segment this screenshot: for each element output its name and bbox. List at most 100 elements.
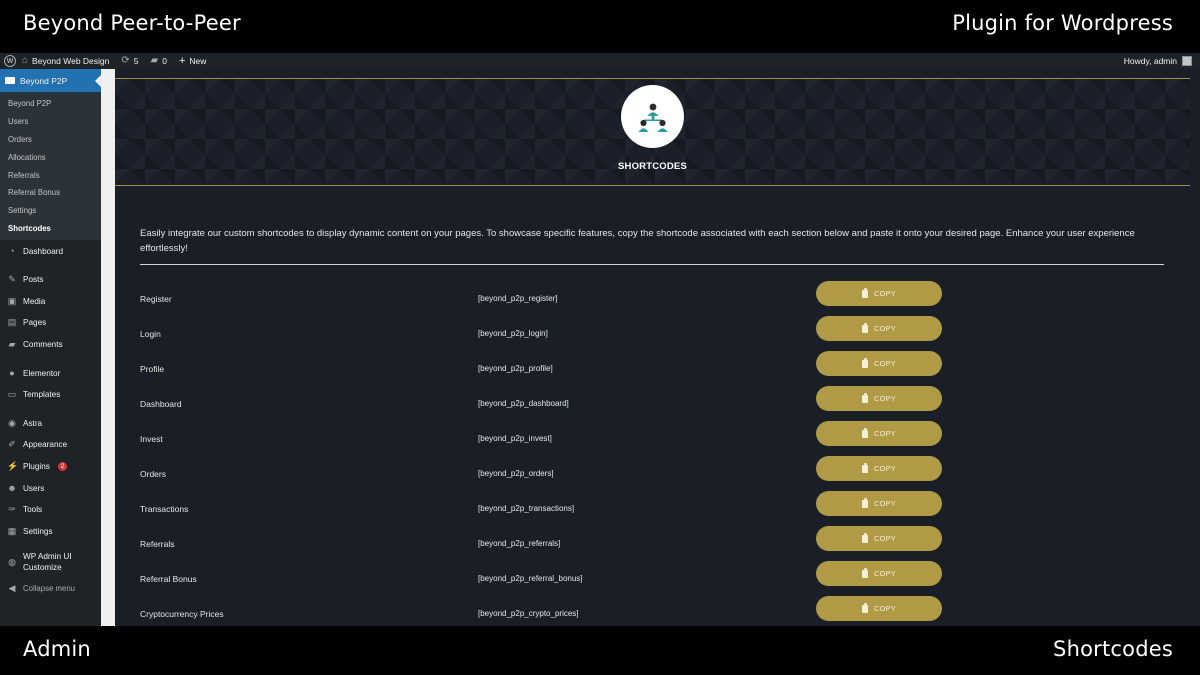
sidebar-item-dashboard[interactable]: ◔ Dashboard [0, 240, 101, 262]
dashboard-icon: ◔ [9, 246, 15, 257]
plus-icon: + [178, 54, 186, 67]
sidebar-item-label: Comments [23, 340, 63, 350]
shortcode-name: Invest [140, 434, 163, 444]
submenu-users[interactable]: Users [0, 113, 101, 131]
copy-button[interactable]: COPY [816, 316, 942, 341]
table-row: Referrals [beyond_p2p_referrals] COPY [140, 524, 1164, 559]
plugin-menu-icon [5, 77, 15, 84]
sidebar-item-tools[interactable]: ✑ Tools [0, 499, 101, 521]
site-name-link[interactable]: ⌂ Beyond Web Design [16, 53, 115, 69]
elementor-icon: ● [9, 368, 15, 379]
sidebar-item-label: WP Admin UI Customize [23, 551, 72, 573]
clipboard-icon [862, 323, 869, 333]
updates-link[interactable]: ⟳ 5 [115, 53, 144, 69]
sidebar-item-beyond-p2p[interactable]: Beyond P2P [0, 69, 101, 92]
copy-label: COPY [874, 289, 896, 298]
submenu-orders[interactable]: Orders [0, 131, 101, 149]
sidebar-item-elementor[interactable]: ● Elementor [0, 362, 101, 384]
sidebar-item-plugins[interactable]: ⚡ Plugins 2 [0, 456, 101, 478]
shortcode-name: Profile [140, 364, 165, 374]
sidebar-submenu: Beyond P2P Users Orders Allocations Refe… [0, 92, 101, 241]
admin-sidebar: Beyond P2P Beyond P2P Users Orders Alloc… [0, 69, 101, 626]
caption-top-left: Beyond Peer-to-Peer [23, 11, 241, 35]
copy-button[interactable]: COPY [816, 281, 942, 306]
copy-button[interactable]: COPY [816, 596, 942, 621]
copy-label: COPY [874, 534, 896, 543]
sidebar-item-label: Plugins [23, 462, 50, 472]
new-label: New [189, 56, 207, 66]
sidebar-menu: ◔ Dashboard ✎ Posts ▣ Media ▤ Pages ▰ Comment… [0, 240, 101, 599]
copy-label: COPY [874, 394, 896, 403]
settings-icon: ▦ [7, 525, 17, 536]
copy-button[interactable]: COPY [816, 351, 942, 376]
caption-top-right: Plugin for Wordpress [952, 11, 1173, 35]
copy-label: COPY [874, 324, 896, 333]
howdy-label: Howdy, admin [1123, 56, 1177, 66]
wp-admin-screen: W ⌂ Beyond Web Design ⟳ 5 ▰ 0 + New Howd… [0, 53, 1200, 626]
shortcode-value: [beyond_p2p_dashboard] [478, 399, 569, 408]
copy-label: COPY [874, 604, 896, 613]
copy-label: COPY [874, 429, 896, 438]
submenu-referral-bonus[interactable]: Referral Bonus [0, 184, 101, 202]
sidebar-item-templates[interactable]: ▭ Templates [0, 384, 101, 406]
users-icon: ☻ [7, 483, 17, 494]
copy-button[interactable]: COPY [816, 561, 942, 586]
copy-button[interactable]: COPY [816, 491, 942, 516]
copy-button[interactable]: COPY [816, 421, 942, 446]
main-content: SHORTCODES Easily integrate our custom s… [115, 69, 1200, 626]
wordpress-logo-icon[interactable]: W [4, 55, 16, 67]
submenu-shortcodes[interactable]: Shortcodes [0, 220, 101, 238]
customize-icon: ◍ [8, 556, 16, 567]
sidebar-item-label: Media [23, 296, 46, 306]
home-icon: ⌂ [22, 55, 29, 66]
comment-icon: ▰ [8, 339, 16, 350]
astra-icon: ◉ [8, 417, 16, 428]
shortcode-name: Referral Bonus [140, 574, 197, 584]
copy-label: COPY [874, 359, 896, 368]
sidebar-item-posts[interactable]: ✎ Posts [0, 269, 101, 291]
sidebar-item-users[interactable]: ☻ Users [0, 477, 101, 499]
promo-frame: Beyond Peer-to-Peer Plugin for Wordpress… [0, 0, 1200, 675]
copy-button[interactable]: COPY [816, 526, 942, 551]
table-row: Cryptocurrency Prices [beyond_p2p_crypto_… [140, 594, 1164, 626]
sidebar-item-label: Collapse menu [23, 584, 76, 594]
clipboard-icon [862, 393, 869, 403]
shortcode-name: Orders [140, 469, 166, 479]
shortcode-name: Dashboard [140, 399, 182, 409]
shortcode-value: [beyond_p2p_invest] [478, 434, 552, 443]
sidebar-item-label: Dashboard [23, 246, 64, 256]
sidebar-item-label: Templates [23, 390, 61, 400]
sidebar-item-label: Users [23, 483, 45, 493]
sidebar-item-label: Appearance [23, 440, 68, 450]
sidebar-item-comments[interactable]: ▰ Comments [0, 334, 101, 356]
sidebar-item-media[interactable]: ▣ Media [0, 291, 101, 313]
submenu-referrals[interactable]: Referrals [0, 166, 101, 184]
sidebar-item-wp-admin-ui[interactable]: ◍ WP Admin UI Customize [0, 546, 101, 578]
collapse-menu-button[interactable]: ◀ Collapse menu [0, 578, 101, 600]
table-row: Profile [beyond_p2p_profile] COPY [140, 349, 1164, 384]
sidebar-item-appearance[interactable]: ✐ Appearance [0, 434, 101, 456]
plugins-update-badge: 2 [57, 462, 68, 472]
comment-icon: ▰ [150, 55, 159, 66]
comments-count: 0 [162, 56, 167, 66]
sidebar-item-pages[interactable]: ▤ Pages [0, 312, 101, 334]
clipboard-icon [862, 533, 869, 543]
people-network-icon [621, 85, 684, 148]
submenu-settings[interactable]: Settings [0, 202, 101, 220]
submenu-beyond-p2p[interactable]: Beyond P2P [0, 95, 101, 113]
folder-icon: ▭ [7, 389, 17, 400]
copy-button[interactable]: COPY [816, 456, 942, 481]
new-content-link[interactable]: + New [173, 53, 212, 69]
account-menu[interactable]: Howdy, admin [1124, 56, 1200, 66]
sidebar-item-settings[interactable]: ▦ Settings [0, 521, 101, 543]
shortcode-name: Login [140, 329, 161, 339]
wp-admin-ui-line2: Customize [23, 563, 62, 573]
shortcode-name: Cryptocurrency Prices [140, 609, 224, 619]
copy-button[interactable]: COPY [816, 386, 942, 411]
sidebar-item-astra[interactable]: ◉ Astra [0, 413, 101, 435]
shortcode-value: [beyond_p2p_referral_bonus] [478, 574, 583, 583]
page-icon: ▤ [7, 317, 17, 328]
comments-link[interactable]: ▰ 0 [145, 53, 173, 69]
submenu-allocations[interactable]: Allocations [0, 148, 101, 166]
table-row: Transactions [beyond_p2p_transactions] COP… [140, 489, 1164, 524]
